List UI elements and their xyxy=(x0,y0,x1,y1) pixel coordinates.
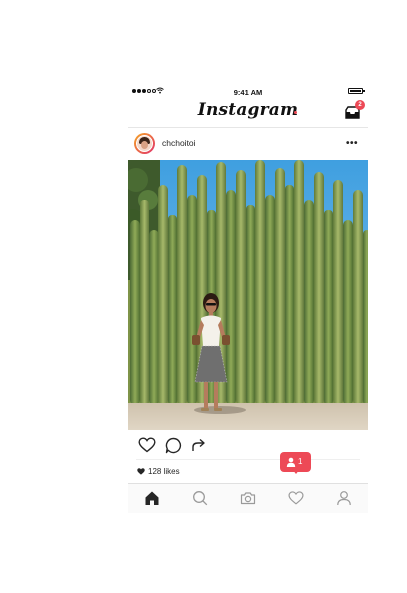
battery-icon xyxy=(348,88,365,94)
camera-icon[interactable] xyxy=(240,490,256,506)
cactus-photo xyxy=(128,160,368,430)
status-bar: 9:41 AM xyxy=(128,85,368,99)
share-icon[interactable] xyxy=(191,437,207,453)
search-icon[interactable] xyxy=(192,490,208,506)
home-icon[interactable] xyxy=(144,490,160,506)
post-header: chchoitoi ••• xyxy=(128,128,368,160)
activity-indicator-dot xyxy=(294,111,297,114)
likes-count: 128 likes xyxy=(148,467,180,476)
notification-count: 1 xyxy=(298,457,303,466)
status-time: 9:41 AM xyxy=(233,88,263,97)
instagram-logo: Instagram xyxy=(197,100,299,120)
activity-notification-toast[interactable]: 1 xyxy=(280,452,311,474)
likes-row[interactable]: 128 likes xyxy=(137,467,180,476)
more-options-button[interactable]: ••• xyxy=(346,138,358,149)
activity-heart-icon[interactable] xyxy=(288,490,304,506)
avatar[interactable] xyxy=(134,133,155,154)
person-icon xyxy=(286,457,296,467)
comment-icon[interactable] xyxy=(165,437,182,454)
post-username[interactable]: chchoitoi xyxy=(162,138,196,148)
phone-screen: 9:41 AM Instagram 2 chchoitoi ••• 128 li… xyxy=(128,85,368,513)
actions-divider xyxy=(136,459,360,460)
profile-icon[interactable] xyxy=(336,490,352,506)
post-actions xyxy=(128,430,368,458)
heart-icon[interactable] xyxy=(138,437,156,453)
app-header: Instagram 2 xyxy=(128,99,368,128)
inbox-badge: 2 xyxy=(355,100,365,110)
heart-icon xyxy=(137,468,145,475)
post-photo[interactable] xyxy=(128,160,368,430)
bottom-tab-bar xyxy=(128,483,368,513)
